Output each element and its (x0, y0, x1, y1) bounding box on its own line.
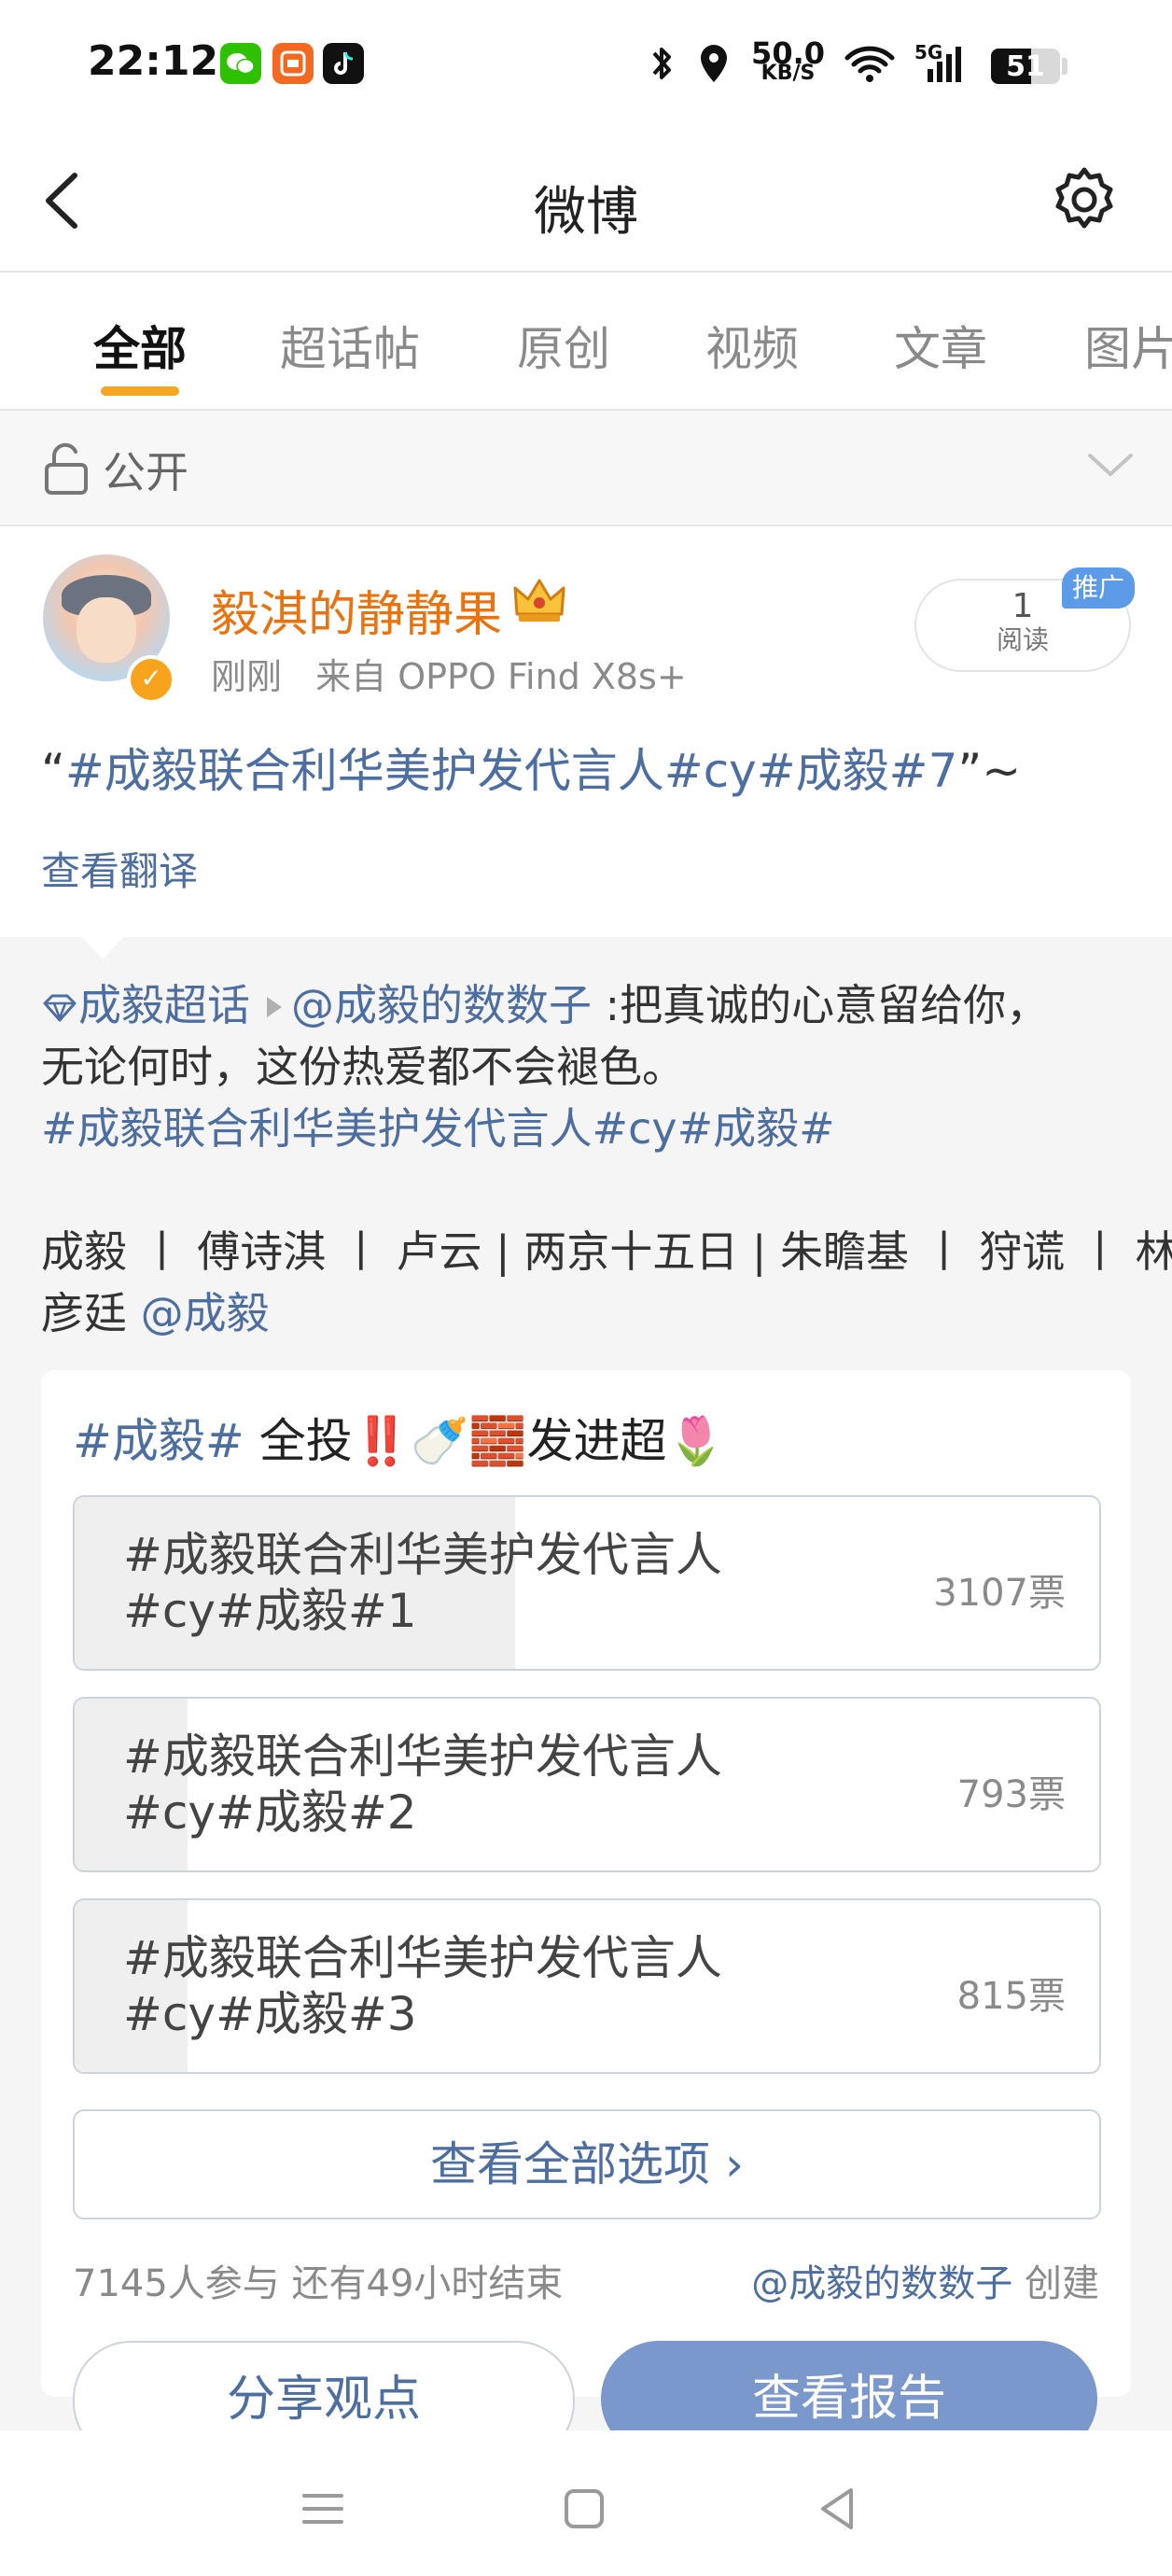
quote-open: “ (41, 744, 65, 798)
poll-option-line1: #成毅联合利华美护发代言人 (123, 1729, 722, 1784)
poll-title: #成毅# 全投‼️🍼🧱发进超🌷 (73, 1404, 725, 1471)
wechat-icon (220, 43, 261, 84)
location-icon (701, 45, 728, 82)
post-meta: 刚刚 来自 OPPO Find X8s+ (211, 648, 687, 699)
home-icon[interactable] (556, 2481, 612, 2537)
battery-tip (1062, 58, 1067, 75)
poll-option-line2: #cy#成毅#1 (123, 1584, 417, 1638)
status-time: 22:12 (88, 37, 219, 85)
poll-title-emojis: ‼️🍼🧱 (352, 1414, 527, 1468)
poll-option-text: #成毅联合利华美护发代言人 #cy#成毅#1 (123, 1527, 722, 1639)
promote-badge[interactable]: 推广 (1062, 567, 1135, 609)
poll-option-votes: 815票 (956, 1975, 1066, 2018)
quoted-roles-2: 彦廷 (41, 1288, 141, 1338)
poll-participants: 7145人参与 还有49小时结束 (73, 2262, 564, 2305)
quote-notch (80, 935, 125, 959)
poll-option-votes: 793票 (956, 1773, 1066, 1816)
translate-link[interactable]: 查看翻译 (41, 840, 198, 897)
avatar-face (77, 597, 136, 663)
quoted-line-2: 无论何时，这份热爱都不会褪色。 (41, 1042, 685, 1092)
system-nav-bar (0, 2430, 1172, 2576)
read-label: 阅读 (996, 624, 1049, 655)
unlock-icon (45, 442, 88, 495)
quoted-text-1: :把真诚的心意留给你， (592, 980, 1050, 1030)
quoted-line-1: 成毅超话 @成毅的数数子 :把真诚的心意留给你， (41, 974, 1133, 1036)
chevron-down-icon[interactable] (1086, 446, 1135, 483)
xiaohongshu-icon (272, 43, 314, 84)
cellular-signal-icon: 5G (914, 41, 967, 86)
post-text: “#成毅联合利华美护发代言人#cy#成毅#7”~ (41, 734, 1021, 801)
verified-badge-icon: ✓ (127, 655, 175, 704)
tab-all[interactable]: 全部 (93, 312, 187, 379)
poll-option-1[interactable]: #成毅联合利华美护发代言人 #cy#成毅#1 3107票 (73, 1495, 1101, 1671)
status-bar: 22:12 50.0 KB/S 5G 51 (0, 0, 1172, 131)
poll-creator: @成毅的数数子 创建 (751, 2253, 1099, 2307)
super-topic-link[interactable]: 成毅超话 (78, 980, 250, 1030)
quoted-blank (41, 1159, 1133, 1221)
quoted-post: 成毅超话 @成毅的数数子 :把真诚的心意留给你， 无论何时，这份热爱都不会褪色。 … (0, 935, 1172, 2460)
post-time: 刚刚 (211, 656, 283, 697)
speed-value: 50.0 (751, 35, 825, 71)
post-hashtag-link[interactable]: #成毅联合利华美护发代言人#cy#成毅#7 (65, 744, 957, 798)
battery-percent: 51 (1006, 50, 1045, 83)
battery-icon: 51 (991, 49, 1060, 84)
poll-option-line1: #成毅联合利华美护发代言人 (123, 1931, 722, 1985)
quoted-hashtag[interactable]: #成毅联合利华美护发代言人#cy#成毅# (41, 1098, 1133, 1159)
page-title: 微博 (534, 182, 638, 243)
poll-creator-link[interactable]: @成毅的数数子 (751, 2262, 1012, 2305)
poll-option-text: #成毅联合利华美护发代言人 #cy#成毅#3 (123, 1930, 722, 2042)
crown-badge-icon (513, 579, 565, 622)
tab-images[interactable]: 图片 (1084, 312, 1172, 379)
tab-bar: 全部 超话帖 原创 视频 文章 图片 (0, 273, 1172, 411)
poll-option-3[interactable]: #成毅联合利华美护发代言人 #cy#成毅#3 815票 (73, 1898, 1101, 2074)
super-topic-icon (43, 994, 77, 1022)
view-all-options-button[interactable]: 查看全部选项 › (73, 2109, 1101, 2219)
quoted-author[interactable]: @成毅的数数子 (291, 980, 592, 1030)
bluetooth-icon (652, 48, 672, 79)
tab-original[interactable]: 原创 (517, 312, 610, 379)
poll-option-2[interactable]: #成毅联合利华美护发代言人 #cy#成毅#2 793票 (73, 1697, 1101, 1872)
privacy-label: 公开 (103, 447, 188, 497)
speed-unit: KB/S (760, 62, 816, 85)
poll-option-line1: #成毅联合利华美护发代言人 (123, 1528, 722, 1582)
post-source: 来自 OPPO Find X8s+ (315, 656, 687, 697)
privacy-selector[interactable]: 公开 (0, 411, 1172, 526)
tab-article[interactable]: 文章 (894, 312, 987, 379)
active-tab-indicator (101, 386, 179, 396)
gear-icon[interactable] (1049, 164, 1120, 235)
post-card: ✓ 毅淇的静静果 刚刚 来自 OPPO Find X8s+ 1 阅读 推广 “#… (0, 526, 1172, 935)
back-nav-icon[interactable] (810, 2481, 866, 2537)
poll-card: #成毅# 全投‼️🍼🧱发进超🌷 #成毅联合利华美护发代言人 #cy#成毅#1 3… (41, 1370, 1131, 2460)
poll-creator-suffix: 创建 (1012, 2262, 1099, 2305)
poll-title-text: 全投 (244, 1414, 353, 1468)
tab-super-topic[interactable]: 超话帖 (280, 312, 420, 379)
tab-video[interactable]: 视频 (705, 312, 799, 379)
status-indicators: 50.0 KB/S 5G (649, 35, 967, 91)
quoted-text: 成毅超话 @成毅的数数子 :把真诚的心意留给你， 无论何时，这份热爱都不会褪色。 … (41, 974, 1172, 1344)
tiktok-icon (323, 43, 364, 84)
poll-title-end: 发进超🌷 (526, 1414, 725, 1468)
poll-option-line2: #cy#成毅#2 (123, 1785, 417, 1840)
arrow-right-icon (267, 996, 282, 1017)
poll-option-votes: 3107票 (933, 1572, 1066, 1615)
network-speed: 50.0 KB/S (751, 35, 825, 85)
wifi-icon (844, 46, 895, 82)
poll-option-text: #成毅联合利华美护发代言人 #cy#成毅#2 (123, 1729, 722, 1841)
app-header: 微博 (0, 131, 1172, 273)
username[interactable]: 毅淇的静静果 (211, 575, 502, 645)
mention-link[interactable]: @成毅 (141, 1288, 270, 1338)
quote-close: ”~ (957, 744, 1022, 798)
quoted-line-roles-2: 彦廷 @成毅 (41, 1282, 1133, 1344)
poll-option-line2: #cy#成毅#3 (123, 1987, 417, 2041)
menu-icon[interactable] (295, 2481, 351, 2537)
quoted-roles-1: 成毅 丨 傅诗淇 丨 卢云 | 两京十五日 | 朱瞻基 丨 狩谎 丨 林 (41, 1226, 1172, 1277)
poll-title-tag[interactable]: #成毅# (73, 1414, 244, 1468)
